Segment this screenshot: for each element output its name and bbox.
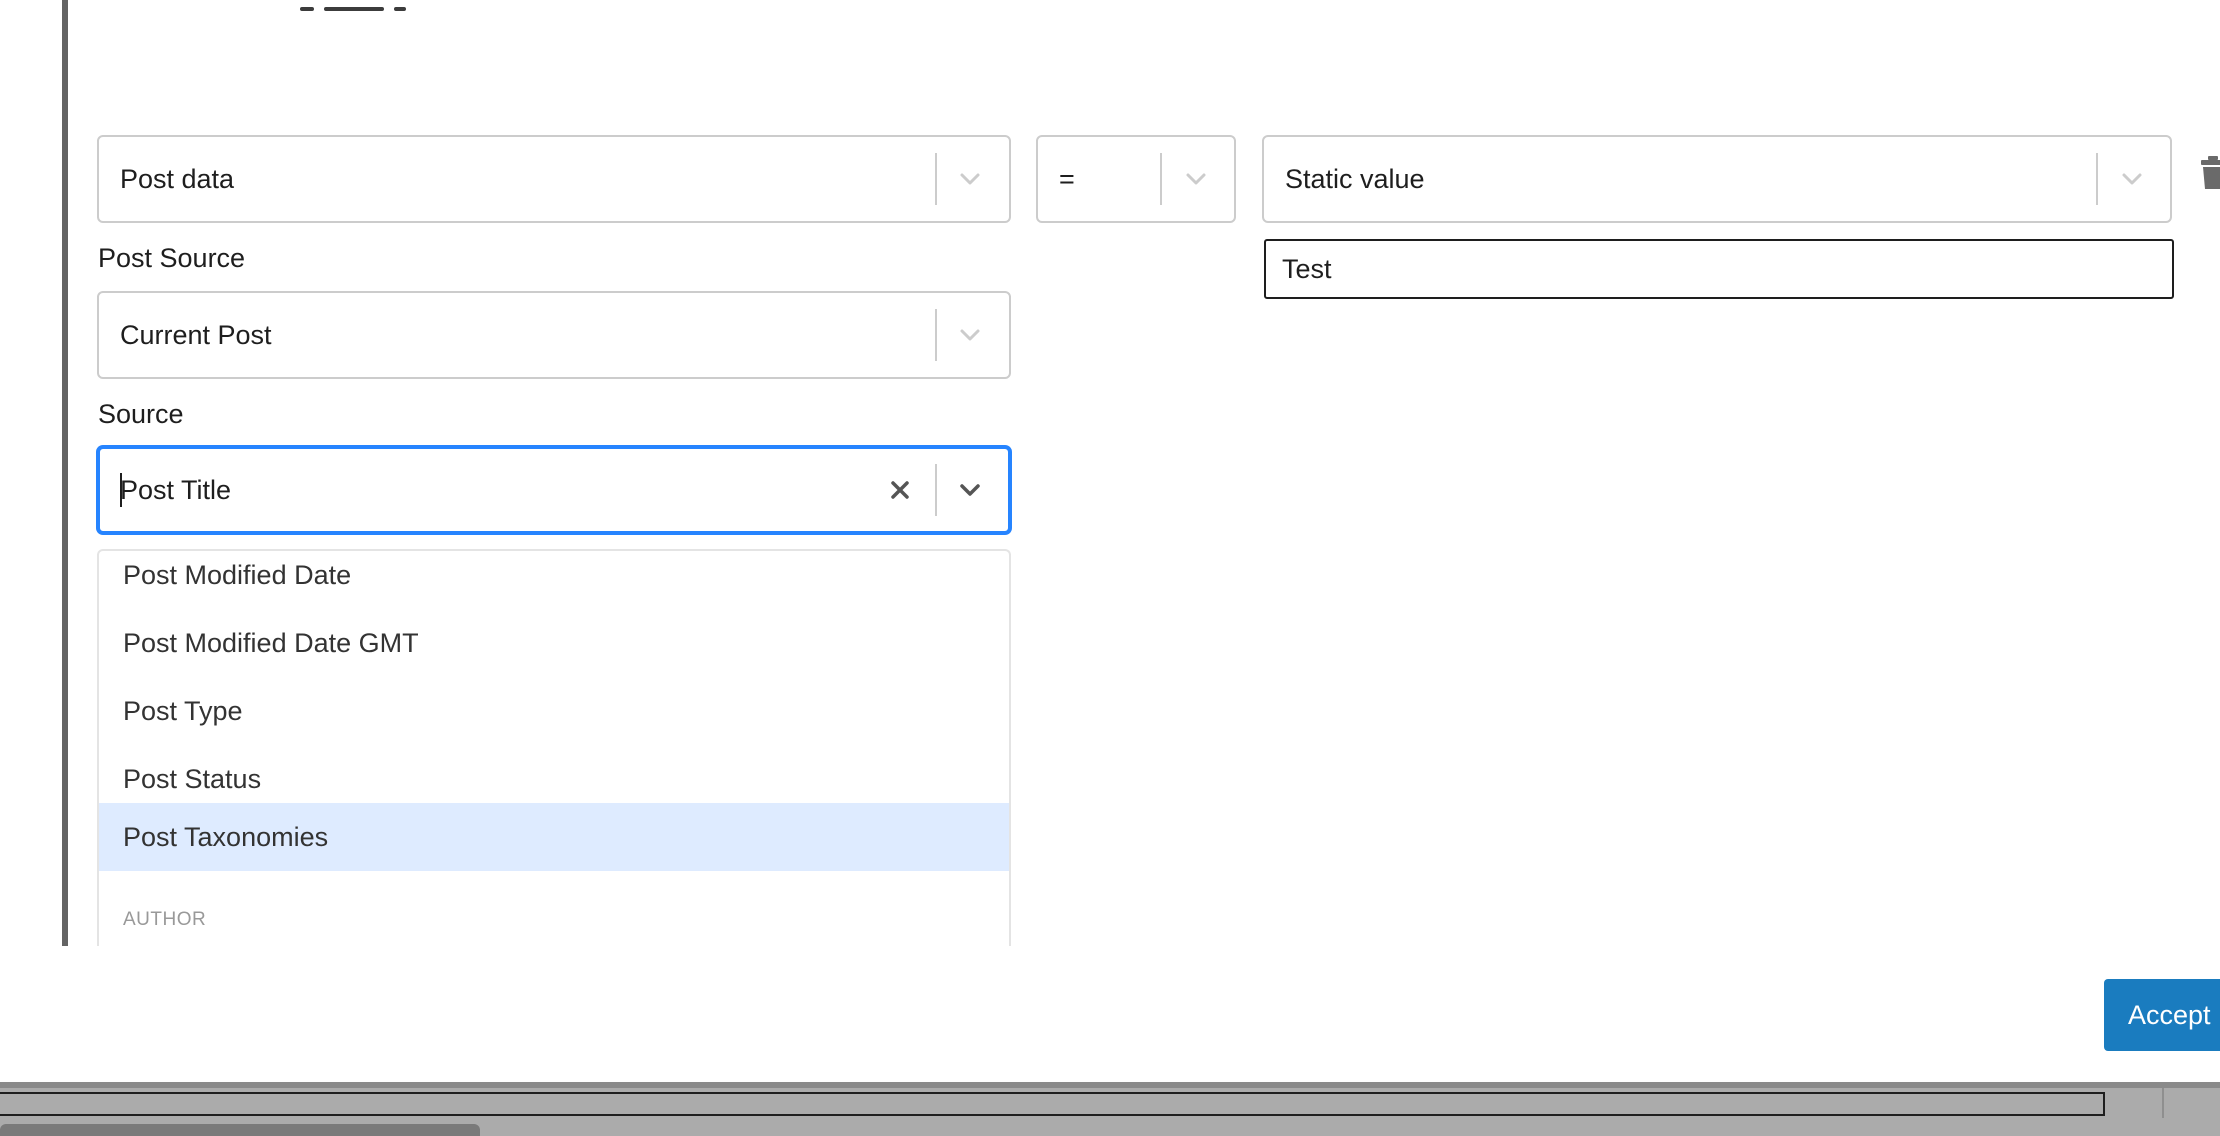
select-separator bbox=[1160, 153, 1162, 205]
chevron-down-icon[interactable] bbox=[955, 164, 985, 194]
value-type-value: Static value bbox=[1285, 164, 1425, 194]
source-value[interactable]: Post Title bbox=[120, 449, 231, 531]
dropdown-option[interactable]: Post Modified Date GMT bbox=[99, 609, 1009, 677]
chevron-down-icon[interactable] bbox=[2117, 164, 2147, 194]
select-separator bbox=[935, 153, 937, 205]
source-select[interactable]: Post Title bbox=[97, 446, 1011, 534]
dropdown-option-highlighted[interactable]: Post Taxonomies bbox=[99, 803, 1009, 871]
cropped-text-fragment bbox=[300, 0, 500, 11]
post-source-label: Post Source bbox=[98, 243, 246, 273]
clear-icon[interactable] bbox=[885, 475, 915, 505]
select-separator bbox=[935, 309, 937, 361]
operator-value: = bbox=[1059, 164, 1075, 194]
dropdown-option[interactable]: Post Type bbox=[99, 677, 1009, 745]
condition-field-select[interactable]: Post data bbox=[97, 135, 1011, 223]
static-value-text: Test bbox=[1282, 254, 1332, 284]
condition-field-value: Post data bbox=[120, 164, 235, 194]
select-separator bbox=[935, 464, 937, 516]
accept-button[interactable]: Accept bbox=[2104, 979, 2220, 1051]
value-type-select[interactable]: Static value bbox=[1262, 135, 2172, 223]
dropdown-option[interactable]: Post Modified Date bbox=[99, 551, 1009, 609]
source-dropdown-menu: Post Modified Date Post Modified Date GM… bbox=[97, 549, 1011, 946]
dropdown-group-label: AUTHOR bbox=[123, 909, 207, 930]
source-label: Source bbox=[98, 399, 184, 429]
chevron-down-icon[interactable] bbox=[955, 475, 985, 505]
bottom-divider bbox=[2162, 1088, 2164, 1118]
text-cursor bbox=[120, 473, 122, 507]
chevron-down-icon[interactable] bbox=[955, 320, 985, 350]
post-source-value: Current Post bbox=[120, 320, 272, 350]
trash-icon[interactable] bbox=[2200, 156, 2220, 190]
post-source-select[interactable]: Current Post bbox=[97, 291, 1011, 379]
bottom-frame-outline bbox=[0, 1092, 2105, 1116]
horizontal-scrollbar-thumb[interactable] bbox=[0, 1124, 480, 1136]
select-separator bbox=[2096, 153, 2098, 205]
panel-left-border bbox=[62, 0, 68, 946]
operator-select[interactable]: = bbox=[1036, 135, 1236, 223]
static-value-input[interactable]: Test bbox=[1264, 239, 2174, 299]
chevron-down-icon[interactable] bbox=[1181, 164, 1211, 194]
